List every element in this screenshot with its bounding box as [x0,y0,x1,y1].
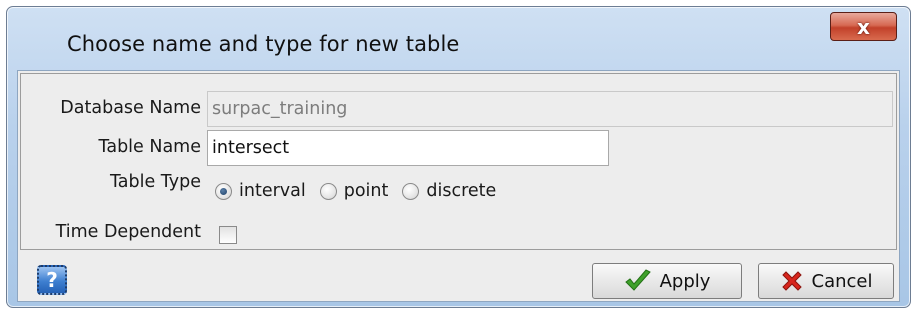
radio-point[interactable]: point [319,181,389,201]
close-icon: x [857,14,870,39]
dialog-window: Choose name and type for new table x Dat… [6,6,911,308]
radio-interval[interactable]: interval [215,181,306,201]
table-type-label: Table Type [109,172,201,192]
radio-button[interactable] [319,182,337,200]
dialog-body: Database Name surpac_training Table Name… [17,70,900,302]
table-name-input[interactable]: intersect [207,130,609,166]
time-dependent-label: Time Dependent [55,222,201,242]
question-icon: ? [46,268,58,292]
radio-button-checked[interactable] [215,182,232,200]
radio-label-interval: interval [239,181,306,201]
database-name-label: Database Name [60,98,201,118]
radio-discrete[interactable]: discrete [402,181,496,201]
close-button[interactable]: x [830,12,897,41]
cancel-button[interactable]: Cancel [758,263,894,299]
radio-button[interactable] [402,182,420,200]
radio-label-discrete: discrete [426,181,497,201]
form-panel: Database Name surpac_training Table Name… [20,73,897,250]
radio-label-point: point [343,181,389,201]
red-x-icon [780,269,804,293]
table-name-label: Table Name [98,137,201,157]
help-button[interactable]: ? [37,265,67,295]
time-dependent-checkbox[interactable] [219,226,237,244]
table-type-radio-group: interval point discrete [215,178,510,204]
cancel-label: Cancel [811,270,873,292]
dialog-title: Choose name and type for new table [67,32,460,56]
apply-label: Apply [659,270,711,292]
checkmark-icon [624,269,652,293]
apply-button[interactable]: Apply [592,263,742,299]
database-name-field: surpac_training [207,91,893,127]
